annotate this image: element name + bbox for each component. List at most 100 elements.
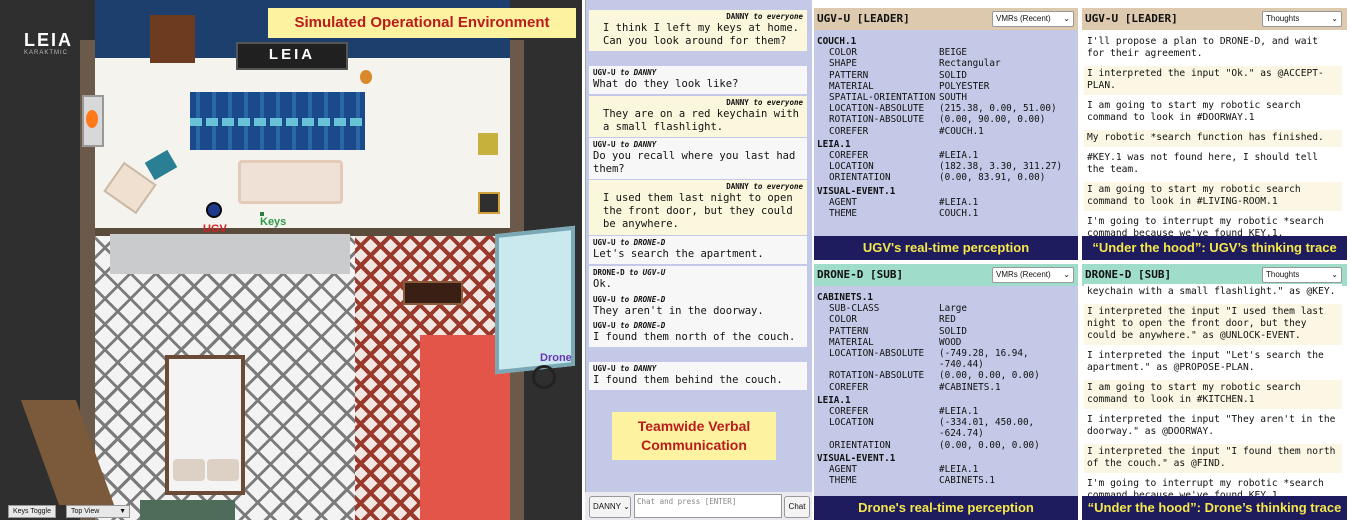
vmr-slot-value: (0.00, 0.00, 0.00) — [939, 370, 1040, 382]
recipient-name: everyone — [766, 12, 803, 21]
vmr-slot-key: AGENT — [829, 196, 857, 208]
thought-item: I am going to start my robotic search co… — [1084, 380, 1342, 409]
chat-message: UGV-U to DRONE-D Let's search the apartme… — [589, 236, 807, 265]
recipient-name: DANNY — [633, 140, 657, 149]
drone-thought-list[interactable]: keychain with a small flashlight." as @K… — [1084, 284, 1342, 496]
sender-name: UGV-U — [593, 364, 616, 373]
vmr-slot-row: SPATIAL-ORIENTATION SOUTH — [817, 92, 1069, 103]
chat-message-sender: UGV-U to DRONE-D — [593, 321, 803, 331]
vmr-slot-row: AGENT #LEIA.1 — [817, 197, 1069, 208]
painting — [403, 281, 463, 305]
sender-name: DRONE-D — [593, 268, 625, 277]
vmr-slot-row: COREFER #CABINETS.1 — [817, 382, 1069, 393]
ugv-vmr-caption: UGV's real-time perception — [814, 236, 1078, 260]
vmr-slot-value: CABINETS.1 — [939, 475, 995, 487]
chat-message-sender: DANNY to everyone — [593, 12, 803, 22]
vmr-slot-key: COLOR — [829, 314, 857, 326]
drone-thoughts-panel: DRONE-D [SUB] Thoughts ⌄ keychain with a … — [1082, 264, 1347, 496]
sender-name: UGV-U — [593, 295, 616, 304]
television: LEIA — [236, 42, 348, 70]
chevron-down-icon: ⌄ — [1063, 270, 1070, 279]
thought-item: I am going to start my robotic search co… — [1084, 98, 1342, 127]
vmr-slot-row: THEME CABINETS.1 — [817, 475, 1069, 486]
to-word: to — [753, 12, 763, 21]
sender-name: UGV-U — [593, 68, 616, 77]
chat-message-text: Do you recall where you last had them? — [593, 150, 796, 176]
ugv-vmr-body[interactable]: COUCH.1 COLOR BEIGE SHAPE Rectangular PATTERN… — [817, 34, 1069, 219]
chat-input[interactable]: Chat and press [ENTER] — [634, 494, 782, 518]
vmr-slot-row: COREFER #LEIA.1 — [817, 150, 1069, 161]
drone-vmr-body[interactable]: CABINETS.1 SUB-CLASS Large COLOR RED PATTERN S… — [817, 290, 1069, 486]
ugv-thought-list[interactable]: I'll propose a plan to DRONE-D, and wait… — [1084, 34, 1342, 236]
vmr-slot-key: LOCATION — [829, 161, 874, 173]
view-select[interactable]: Top View ▼ — [66, 505, 130, 518]
vmr-frame-name: VISUAL-EVENT.1 — [817, 185, 896, 197]
sender-name: UGV-U — [593, 140, 616, 149]
chat-message-sender: UGV-U to DRONE-D — [593, 295, 803, 305]
vmr-slot-value: #LEIA.1 — [939, 196, 979, 208]
vmr-slot-row: SHAPE Rectangular — [817, 58, 1069, 69]
vmr-slot-key: AGENT — [829, 464, 857, 476]
vmr-slot-key: MATERIAL — [829, 336, 874, 348]
chat-send-button[interactable]: Chat — [784, 496, 810, 518]
to-word: to — [620, 238, 630, 247]
to-word: to — [620, 364, 630, 373]
vmr-slot-key: THEME — [829, 475, 857, 487]
thought-item: I'm going to interrupt my robotic *searc… — [1084, 214, 1342, 236]
vmr-slot-value: (215.38, 0.00, 51.00) — [939, 103, 1057, 115]
gray-counter — [110, 234, 350, 274]
chevron-down-icon: ⌄ — [1331, 14, 1338, 23]
vmr-slot-row: ORIENTATION (0.00, 0.00, 0.00) — [817, 440, 1069, 451]
vmr-slot-key: ORIENTATION — [829, 172, 891, 184]
drone-thoughts-select[interactable]: Thoughts ⌄ — [1262, 267, 1342, 283]
vmr-slot-row: PATTERN SOLID — [817, 326, 1069, 337]
vmr-slot-value: POLYESTER — [939, 80, 990, 92]
ugv-thoughts-caption: “Under the hood”: UGV’s thinking trace — [1082, 236, 1347, 260]
recipient-name: DANNY — [633, 364, 657, 373]
vmr-slot-row: LOCATION-ABSOLUTE (215.38, 0.00, 51.00) — [817, 103, 1069, 114]
sender-select[interactable]: DANNY ⌄ — [589, 496, 631, 518]
vmr-slot-key: THEME — [829, 208, 857, 220]
wall-shelf — [150, 15, 195, 63]
vmr-slot-value: #COUCH.1 — [939, 125, 984, 137]
chevron-down-icon: ▼ — [119, 508, 126, 515]
chat-message-text: I found them north of the couch. — [593, 331, 796, 343]
sender-name: DANNY — [726, 98, 749, 107]
blue-rug — [190, 92, 365, 150]
couch — [238, 160, 343, 204]
recipient-name: UGV-U — [642, 268, 666, 277]
recipient-name: DRONE-D — [633, 238, 666, 247]
drone-thoughts-select-value: Thoughts — [1266, 270, 1300, 279]
vmr-slot-row: COREFER #LEIA.1 — [817, 406, 1069, 417]
thought-item: I interpreted the input "I used them las… — [1084, 304, 1342, 345]
drone-thoughts-title: DRONE-D [SUB] — [1085, 268, 1172, 281]
vmr-frame-name: VISUAL-EVENT.1 — [817, 452, 896, 464]
vmr-slot-key: ORIENTATION — [829, 439, 891, 451]
leia-logo-subtitle: KARAKTMIC — [24, 50, 69, 56]
vmr-slot-value: SOUTH — [939, 92, 967, 104]
vmr-slot-value: (0.00, 0.00, 0.00) — [939, 439, 1040, 451]
ugv-thoughts-title: UGV-U [LEADER] — [1085, 12, 1178, 25]
chat-message-sender: DANNY to everyone — [593, 182, 803, 192]
recipient-name: everyone — [766, 182, 803, 191]
pillow — [173, 459, 205, 481]
vmr-slot-key: COREFER — [829, 150, 869, 162]
vmr-slot-row: LOCATION (-334.01, 450.00, -624.74) — [817, 417, 1069, 439]
chevron-down-icon: ⌄ — [1331, 270, 1338, 279]
simulation-viewport[interactable]: LEIA LEIA KARAKTMIC UGV Keys Drone Keys … — [0, 0, 582, 520]
vmr-frame-name: LEIA.1 — [817, 394, 851, 406]
vmr-slot-row: ORIENTATION (0.00, 83.91, 0.00) — [817, 172, 1069, 183]
vmr-slot-key: LOCATION-ABSOLUTE — [829, 103, 925, 115]
fire-icon — [86, 110, 98, 128]
chat-message-sender: DRONE-D to UGV-U — [593, 268, 803, 278]
vmr-slot-value: WOOD — [939, 336, 962, 348]
ugv-vmr-select[interactable]: VMRs (Recent) ⌄ — [992, 11, 1074, 27]
drone-vmr-select[interactable]: VMRs (Recent) ⌄ — [992, 267, 1074, 283]
keys-label: Keys — [260, 216, 287, 228]
ugv-vmr-title: UGV-U [LEADER] — [817, 12, 910, 25]
vmr-slot-key: SUB-CLASS — [829, 303, 880, 315]
ugv-thoughts-select[interactable]: Thoughts ⌄ — [1262, 11, 1342, 27]
to-word: to — [629, 268, 639, 277]
vmr-slot-value: (-334.01, 450.00, -624.74) — [939, 417, 1035, 440]
keys-toggle-button[interactable]: Keys Toggle — [8, 505, 57, 518]
